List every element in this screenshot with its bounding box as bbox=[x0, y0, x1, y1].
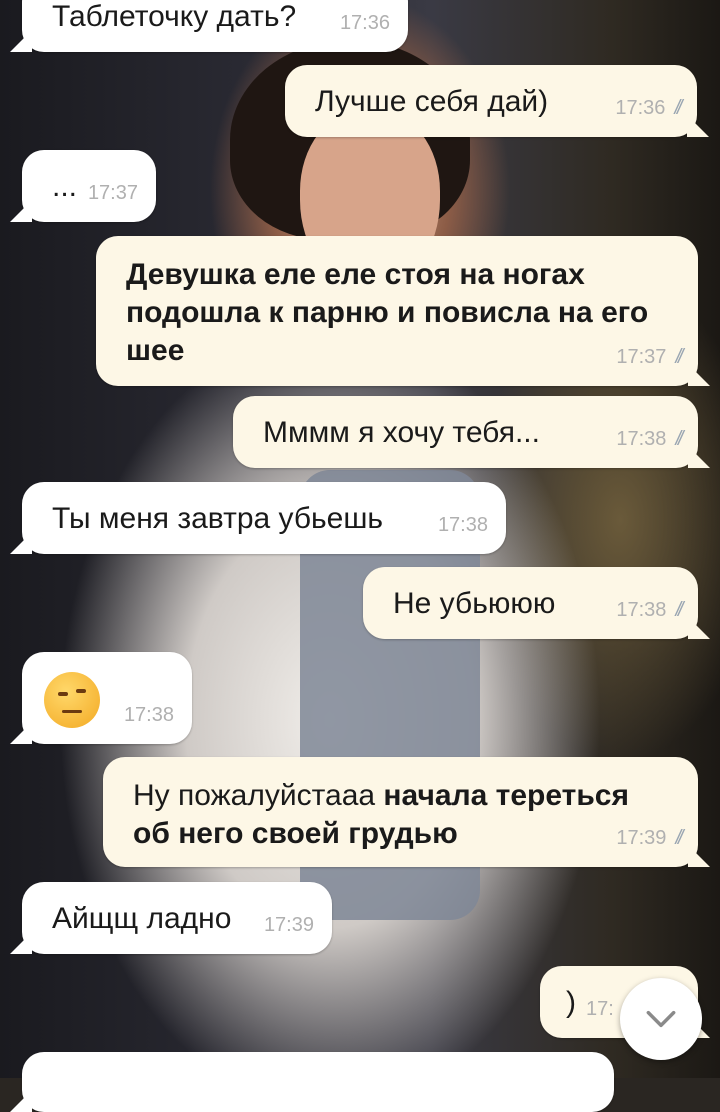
message-outgoing[interactable]: Мммм я хочу тебя... 17:38 // bbox=[233, 396, 710, 468]
message-time: 17:36 bbox=[339, 12, 390, 34]
message-meta: 17:39 // bbox=[616, 819, 686, 857]
message-incoming[interactable]: ... 17:37 bbox=[10, 150, 156, 222]
chevron-down-icon bbox=[646, 1010, 676, 1028]
message-outgoing[interactable]: Ну пожалуйстааа начала тереться об него … bbox=[103, 757, 710, 867]
message-time: 17:39 bbox=[263, 914, 314, 936]
message-outgoing[interactable]: Девушка еле еле стоя на ногах подошла к … bbox=[96, 236, 710, 386]
scroll-down-button[interactable] bbox=[620, 978, 702, 1060]
message-outgoing[interactable]: Не убьююю 17:38 // bbox=[363, 567, 710, 639]
message-meta: 17:36 // bbox=[615, 89, 685, 127]
message-text: Ты меня завтра убьешь bbox=[52, 502, 384, 535]
message-meta: 17:37 // bbox=[616, 338, 686, 376]
message-time: 17:38 bbox=[123, 704, 174, 726]
message-text: Девушка еле еле стоя на ногах подошла к … bbox=[126, 258, 649, 367]
message-time: 17:38 bbox=[616, 599, 667, 621]
message-text: ) bbox=[566, 986, 576, 1019]
message-time: 17:37 bbox=[87, 182, 138, 204]
message-time: 17: bbox=[586, 998, 614, 1020]
message-text: Ну пожалуйстааа bbox=[133, 779, 376, 812]
message-text: Мммм я хочу тебя... bbox=[263, 416, 540, 449]
message-text: Таблеточку дать? bbox=[52, 0, 297, 33]
message-incoming[interactable]: Ты меня завтра убьешь 17:38 bbox=[10, 482, 506, 554]
message-incoming-emoji[interactable]: 17:38 bbox=[10, 652, 192, 744]
message-time: 17:38 bbox=[437, 514, 488, 536]
message-text: ... bbox=[52, 170, 78, 203]
message-meta: 17:38 // bbox=[616, 420, 686, 458]
message-text: Айщщ ладно bbox=[52, 902, 232, 935]
message-meta: 17:38 // bbox=[616, 591, 686, 629]
message-time: 17:38 bbox=[616, 428, 667, 450]
message-text: Лучше себя дай) bbox=[315, 85, 549, 118]
message-text: Не убьююю bbox=[393, 587, 556, 620]
message-incoming[interactable]: Таблеточку дать? 17:36 bbox=[10, 0, 408, 52]
message-time: 17:37 bbox=[616, 346, 667, 368]
message-incoming[interactable]: Айщщ ладно 17:39 bbox=[10, 882, 332, 954]
face-with-raised-eyebrow-icon bbox=[44, 672, 100, 728]
message-time: 17:36 bbox=[615, 97, 666, 119]
message-time: 17:39 bbox=[616, 827, 667, 849]
message-outgoing[interactable]: Лучше себя дай) 17:36 // bbox=[285, 65, 709, 137]
message-incoming-partial[interactable] bbox=[10, 1052, 614, 1112]
